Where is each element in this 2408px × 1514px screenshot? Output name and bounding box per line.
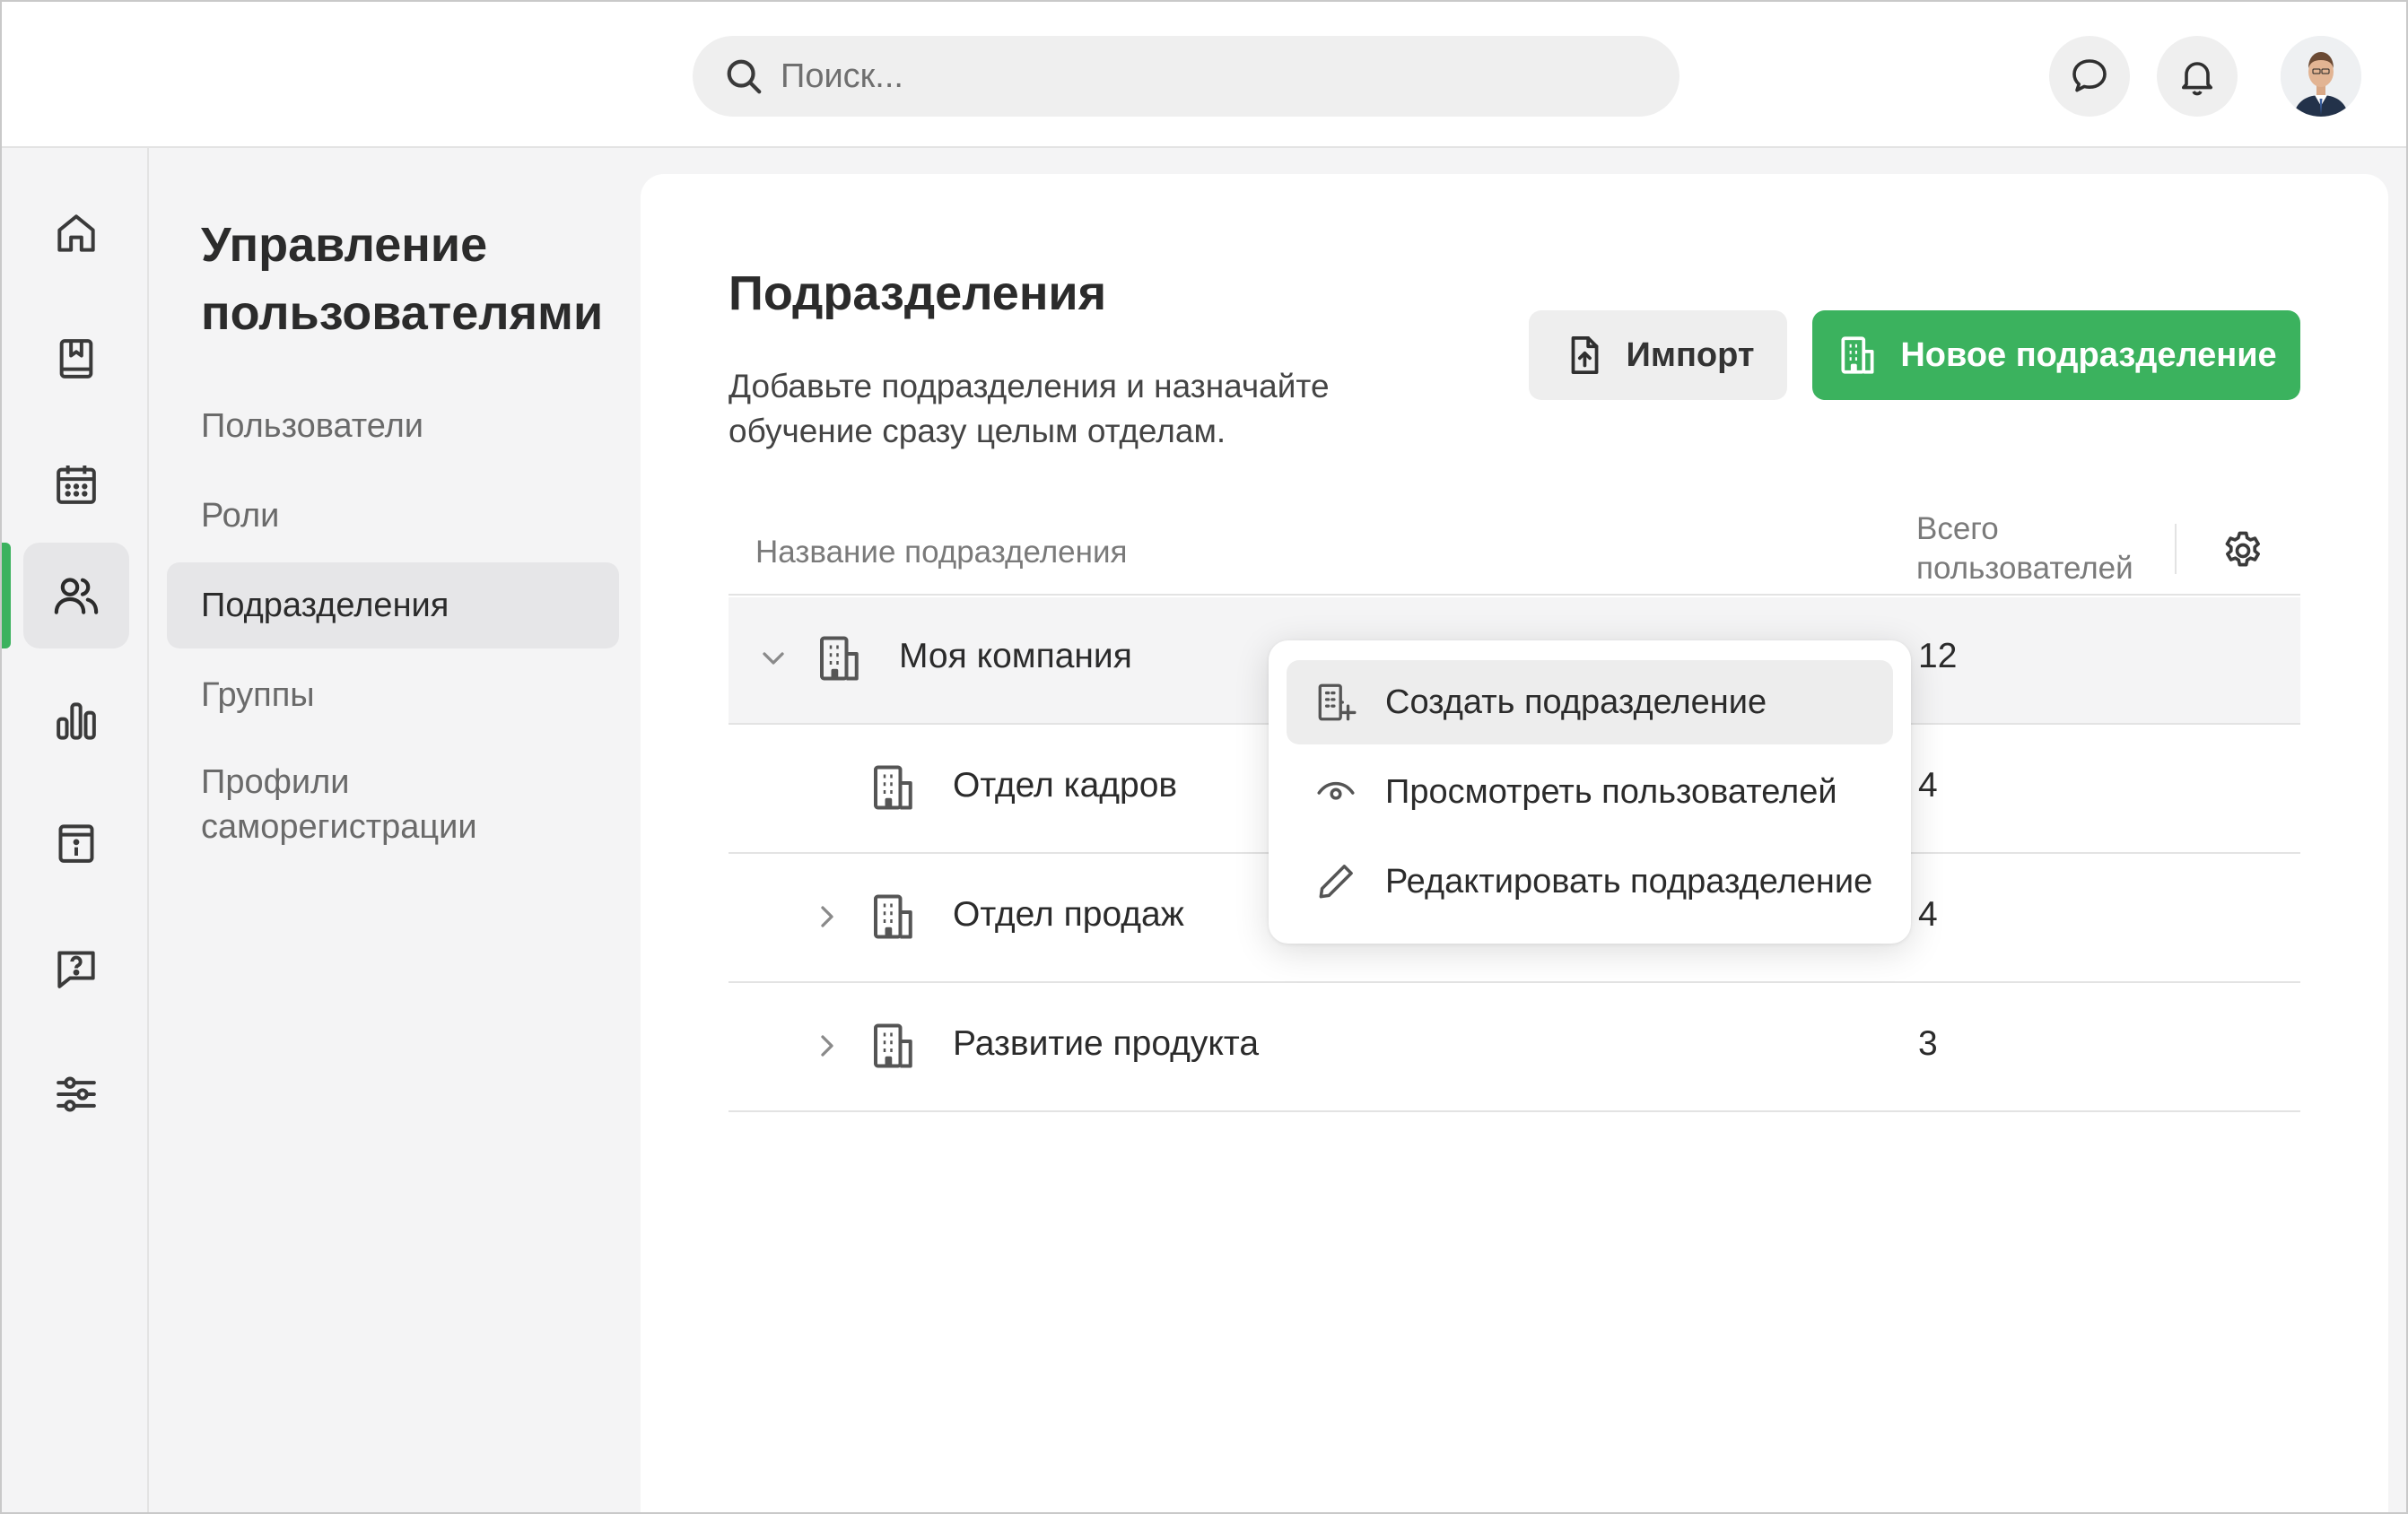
rail-help[interactable] bbox=[23, 916, 129, 1022]
building-icon bbox=[1841, 336, 1874, 374]
department-user-count: 4 bbox=[1918, 895, 1938, 934]
info-icon bbox=[58, 824, 94, 863]
department-name: Отдел продаж bbox=[953, 895, 1184, 934]
user-avatar-icon bbox=[2281, 36, 2361, 117]
gear-icon[interactable] bbox=[2220, 527, 2266, 574]
rail-home[interactable] bbox=[23, 180, 129, 286]
menu-item-label: Создать подразделение bbox=[1385, 683, 1767, 721]
rail-info[interactable] bbox=[23, 790, 129, 896]
notifications-button[interactable] bbox=[2157, 36, 2238, 117]
rail-users[interactable] bbox=[23, 543, 129, 648]
chevron-right-icon[interactable] bbox=[809, 1028, 845, 1064]
chevron-right-icon[interactable] bbox=[809, 899, 845, 935]
subnav-item-users[interactable]: Пользователи bbox=[167, 383, 619, 469]
department-user-count: 4 bbox=[1918, 766, 1938, 805]
app-window: Управление пользователями Пользователи Р… bbox=[0, 0, 2408, 1514]
import-label: Импорт bbox=[1626, 335, 1755, 374]
department-user-count: 12 bbox=[1918, 637, 1958, 675]
subnav-item-groups[interactable]: Группы bbox=[167, 652, 619, 738]
calendar-icon bbox=[57, 466, 96, 504]
section-sidebar: Управление пользователями Пользователи Р… bbox=[151, 148, 639, 1512]
subnav-item-roles[interactable]: Роли bbox=[167, 473, 619, 559]
chat-icon bbox=[2072, 59, 2107, 92]
rail-analytics[interactable] bbox=[23, 668, 129, 774]
department-name: Моя компания bbox=[899, 637, 1132, 675]
rail-calendar[interactable] bbox=[23, 431, 129, 537]
bar-chart-icon bbox=[57, 702, 96, 740]
import-button[interactable]: Импорт bbox=[1529, 310, 1787, 400]
eye-icon bbox=[1317, 781, 1355, 800]
icon-rail bbox=[2, 148, 149, 1512]
chevron-down-icon[interactable] bbox=[755, 640, 791, 676]
column-name[interactable]: Название подразделения bbox=[755, 535, 1127, 570]
search-bar[interactable] bbox=[693, 36, 1679, 117]
building-icon bbox=[820, 636, 859, 681]
rail-settings[interactable] bbox=[23, 1041, 129, 1147]
building-icon bbox=[874, 1023, 912, 1068]
top-bar bbox=[2, 2, 2406, 148]
menu-item-create-department[interactable]: Создать подразделение bbox=[1287, 660, 1893, 744]
avatar[interactable] bbox=[2281, 36, 2361, 117]
table-row[interactable]: Развитие продукта 3 bbox=[729, 985, 2300, 1112]
search-input[interactable] bbox=[781, 36, 1642, 117]
rail-courses[interactable] bbox=[23, 306, 129, 412]
help-icon bbox=[57, 951, 95, 988]
row-context-menu: Создать подразделение Просмотреть пользо… bbox=[1269, 640, 1911, 944]
subnav-item-departments[interactable]: Подразделения bbox=[167, 562, 619, 648]
department-user-count: 3 bbox=[1918, 1024, 1938, 1063]
users-icon bbox=[54, 578, 99, 614]
chat-button[interactable] bbox=[2049, 36, 2130, 117]
pencil-icon bbox=[1319, 865, 1353, 899]
department-name: Отдел кадров bbox=[953, 766, 1178, 805]
building-add-icon bbox=[1318, 683, 1357, 721]
search-icon bbox=[727, 59, 762, 94]
column-divider bbox=[2175, 524, 2177, 574]
new-department-button[interactable]: Новое подразделение bbox=[1812, 310, 2300, 400]
menu-item-edit-department[interactable]: Редактировать подразделение bbox=[1287, 840, 1893, 924]
new-department-label: Новое подразделение bbox=[1900, 335, 2277, 374]
building-icon bbox=[874, 765, 912, 810]
subnav-item-self-registration[interactable]: Профили саморегистрации bbox=[167, 751, 589, 858]
menu-item-label: Редактировать подразделение bbox=[1385, 862, 1873, 901]
home-icon bbox=[57, 214, 95, 252]
building-icon bbox=[874, 894, 912, 939]
active-indicator bbox=[2, 543, 11, 648]
bell-icon bbox=[2182, 62, 2212, 96]
table-header: Название подразделения Всего пользовател… bbox=[729, 506, 2300, 596]
column-total-users[interactable]: Всего пользователей bbox=[1916, 509, 2159, 588]
sliders-icon bbox=[57, 1076, 96, 1112]
book-icon bbox=[59, 339, 93, 378]
page-title: Подразделения bbox=[729, 266, 1107, 320]
file-upload-icon bbox=[1571, 335, 1598, 375]
menu-item-label: Просмотреть пользователей bbox=[1385, 772, 1837, 811]
menu-item-view-users[interactable]: Просмотреть пользователей bbox=[1287, 750, 1893, 834]
section-title: Управление пользователями bbox=[201, 218, 604, 340]
department-name: Развитие продукта bbox=[953, 1024, 1260, 1063]
page-description: Добавьте подразделения и назначайте обуч… bbox=[729, 368, 1330, 449]
